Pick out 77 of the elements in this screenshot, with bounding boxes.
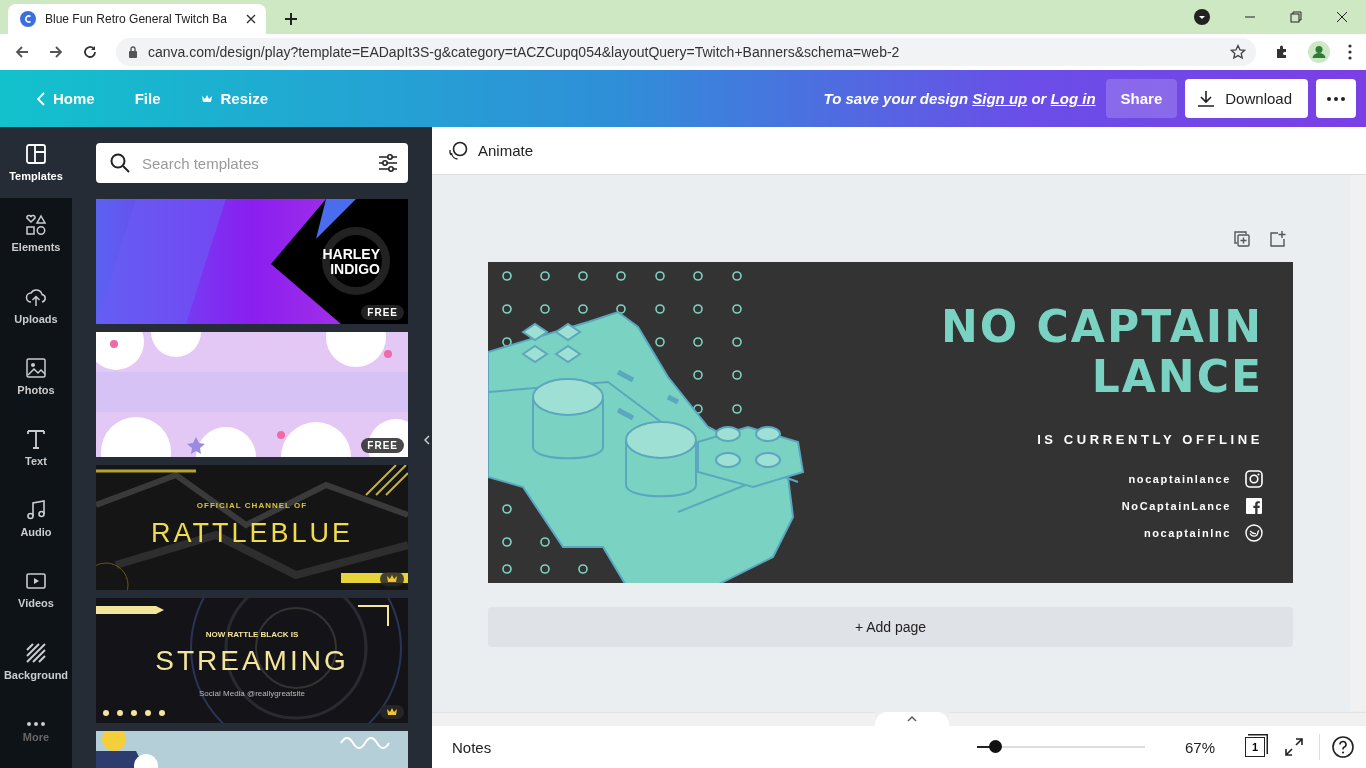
chevron-left-icon [423,435,430,445]
download-button[interactable]: Download [1185,79,1308,118]
crown-icon [200,93,213,104]
help-icon[interactable] [1332,736,1354,758]
template-text: HARLEY [322,246,380,262]
avatar-icon[interactable] [1308,41,1330,63]
banner-subtitle: IS CURRENTLY OFFLINE [1037,432,1263,447]
duplicate-page-icon[interactable] [1233,230,1251,248]
stripes-icon [25,641,47,664]
crown-icon [386,707,398,717]
template-text: STREAMING [155,644,349,677]
text-icon [25,428,47,450]
share-button[interactable]: Share [1105,79,1178,118]
browser-tab[interactable]: Blue Fun Retro General Twitch Ba [8,4,266,34]
crown-icon [386,574,398,584]
notes-button[interactable]: Notes [444,734,500,760]
more-icon [1327,96,1345,101]
save-prompt: To save your design Sign up or Log in [823,90,1096,107]
tab-title: Blue Fun Retro General Twitch Ba [45,12,228,26]
social-handle: NoCaptainLance [1121,499,1231,512]
search-bar[interactable]: Search templates [96,143,408,183]
close-icon[interactable] [246,14,256,24]
address-bar[interactable]: canva.com/design/play?template=EADapIt3S-g&category=tACZCupq054&layoutQuery=Twitch+Banners&schema=web-2 [116,38,1256,66]
sidebar-item[interactable]: Templates [0,127,72,199]
template-card[interactable]: FREE [96,332,408,457]
reload-icon[interactable] [82,44,98,60]
banner-title: LANCE [1091,352,1263,402]
close-icon[interactable] [1336,11,1348,23]
shapes-icon [25,214,47,237]
animate-icon [448,140,468,161]
template-card[interactable]: NOW RATTLE BLACK IS STREAMING Social Media @reallygreatsite [96,598,408,723]
banner-title: NO CAPTAIN [941,302,1263,352]
zoom-slider[interactable] [976,740,1145,754]
chevron-up-icon [907,716,918,722]
new-tab-icon[interactable] [284,12,298,26]
page-count-button[interactable]: 1 [1245,737,1265,757]
bookmark-star-icon[interactable] [1230,44,1246,60]
log-in-link[interactable]: Log in [1050,90,1096,107]
lock-icon [128,46,138,58]
social-handle: nocaptainlance [1128,472,1231,485]
template-card[interactable]: HARLEY INDIGO FREE [96,199,408,324]
restore-icon[interactable] [1290,11,1302,23]
template-text: OFFICIAL CHANNEL OF [196,500,308,510]
forward-icon[interactable] [48,44,64,60]
fullscreen-icon[interactable] [1285,738,1303,756]
facebook-icon [1245,496,1263,515]
social-handle: nocaptainlnc [1143,526,1231,539]
free-badge: FREE [361,305,404,320]
canva-logo-icon [20,11,36,27]
music-note-icon [25,499,47,522]
template-text: Social Media @reallygreatsite [199,688,305,698]
profile-menu-icon[interactable] [1194,9,1210,25]
chevron-left-icon [36,91,45,106]
slider-thumb[interactable] [989,740,1003,753]
search-icon [110,153,130,173]
back-icon[interactable] [14,44,30,60]
instagram-icon [1245,469,1263,488]
vertical-scrollbar[interactable] [1350,175,1366,711]
zoom-percentage: 67% [1184,738,1215,756]
bird-icon [1245,523,1263,542]
free-badge: FREE [361,438,404,453]
more-button[interactable] [1316,79,1356,118]
more-icon [26,721,46,726]
download-icon [1197,89,1216,108]
layout-icon [25,143,47,166]
template-text: NOW RATTLE BLACK IS [205,629,299,639]
image-icon [25,356,47,379]
more-vertical-icon[interactable] [1348,44,1352,60]
template-card[interactable]: OFFICIAL CHANNEL OF RATTLEBLUE [96,465,408,590]
template-text: INDIGO [330,261,380,277]
add-page-button[interactable]: + Add page [488,607,1293,647]
template-text: RATTLEBLUE [150,517,353,549]
animate-button[interactable]: Animate [444,136,538,165]
sign-up-link[interactable]: Sign up [972,90,1028,107]
filter-sliders-icon [378,154,398,172]
url-text: canva.com/design/play?template=EADapIt3S-g&category=tACZCupq054&layoutQuery=Twitch+Banners&schema=web-2 [148,44,901,60]
add-page-icon[interactable] [1269,230,1287,248]
